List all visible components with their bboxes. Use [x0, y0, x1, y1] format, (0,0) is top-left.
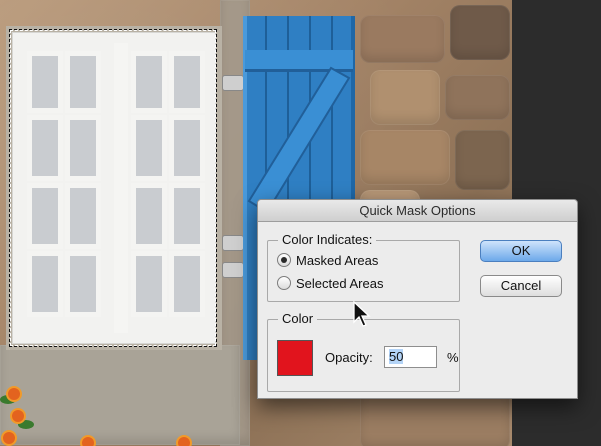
- mask-color-swatch[interactable]: [277, 340, 313, 376]
- shutter-hinge: [222, 262, 244, 278]
- dialog-title: Quick Mask Options: [258, 200, 577, 222]
- selected-areas-label: Selected Areas: [296, 275, 384, 291]
- wall-stone: [445, 75, 510, 120]
- wall-stone: [370, 70, 440, 125]
- color-indicates-legend: Color Indicates:: [278, 232, 377, 247]
- color-indicates-group: Color Indicates: Masked Areas Selected A…: [267, 232, 460, 302]
- opacity-input[interactable]: 50: [384, 346, 437, 368]
- ok-button[interactable]: OK: [480, 240, 562, 262]
- shutter-hinge: [222, 235, 244, 251]
- flower: [8, 388, 20, 400]
- masked-areas-radio[interactable]: [277, 253, 291, 267]
- wall-stone: [360, 130, 450, 185]
- wall-stone: [360, 15, 445, 63]
- flower: [12, 410, 24, 422]
- masked-areas-label: Masked Areas: [296, 252, 379, 268]
- wall-stone: [450, 5, 510, 60]
- percent-sign: %: [447, 350, 459, 365]
- opacity-label: Opacity:: [325, 350, 373, 365]
- masked-areas-option[interactable]: Masked Areas: [277, 251, 378, 269]
- wall-stone: [455, 130, 510, 190]
- window-sill: [0, 345, 240, 445]
- color-legend: Color: [278, 311, 318, 326]
- flower: [82, 437, 94, 446]
- selected-areas-radio[interactable]: [277, 276, 291, 290]
- selection-marquee: [9, 29, 217, 347]
- opacity-value: 50: [389, 349, 404, 364]
- flower: [3, 432, 15, 444]
- mouse-pointer-icon: [353, 300, 371, 327]
- flower: [178, 437, 190, 446]
- shutter-hinge: [222, 75, 244, 91]
- quick-mask-options-dialog: Quick Mask Options Color Indicates: Mask…: [257, 199, 578, 399]
- color-group: Color Opacity: 50 %: [267, 311, 460, 392]
- cancel-button[interactable]: Cancel: [480, 275, 562, 297]
- selected-areas-option[interactable]: Selected Areas: [277, 274, 383, 292]
